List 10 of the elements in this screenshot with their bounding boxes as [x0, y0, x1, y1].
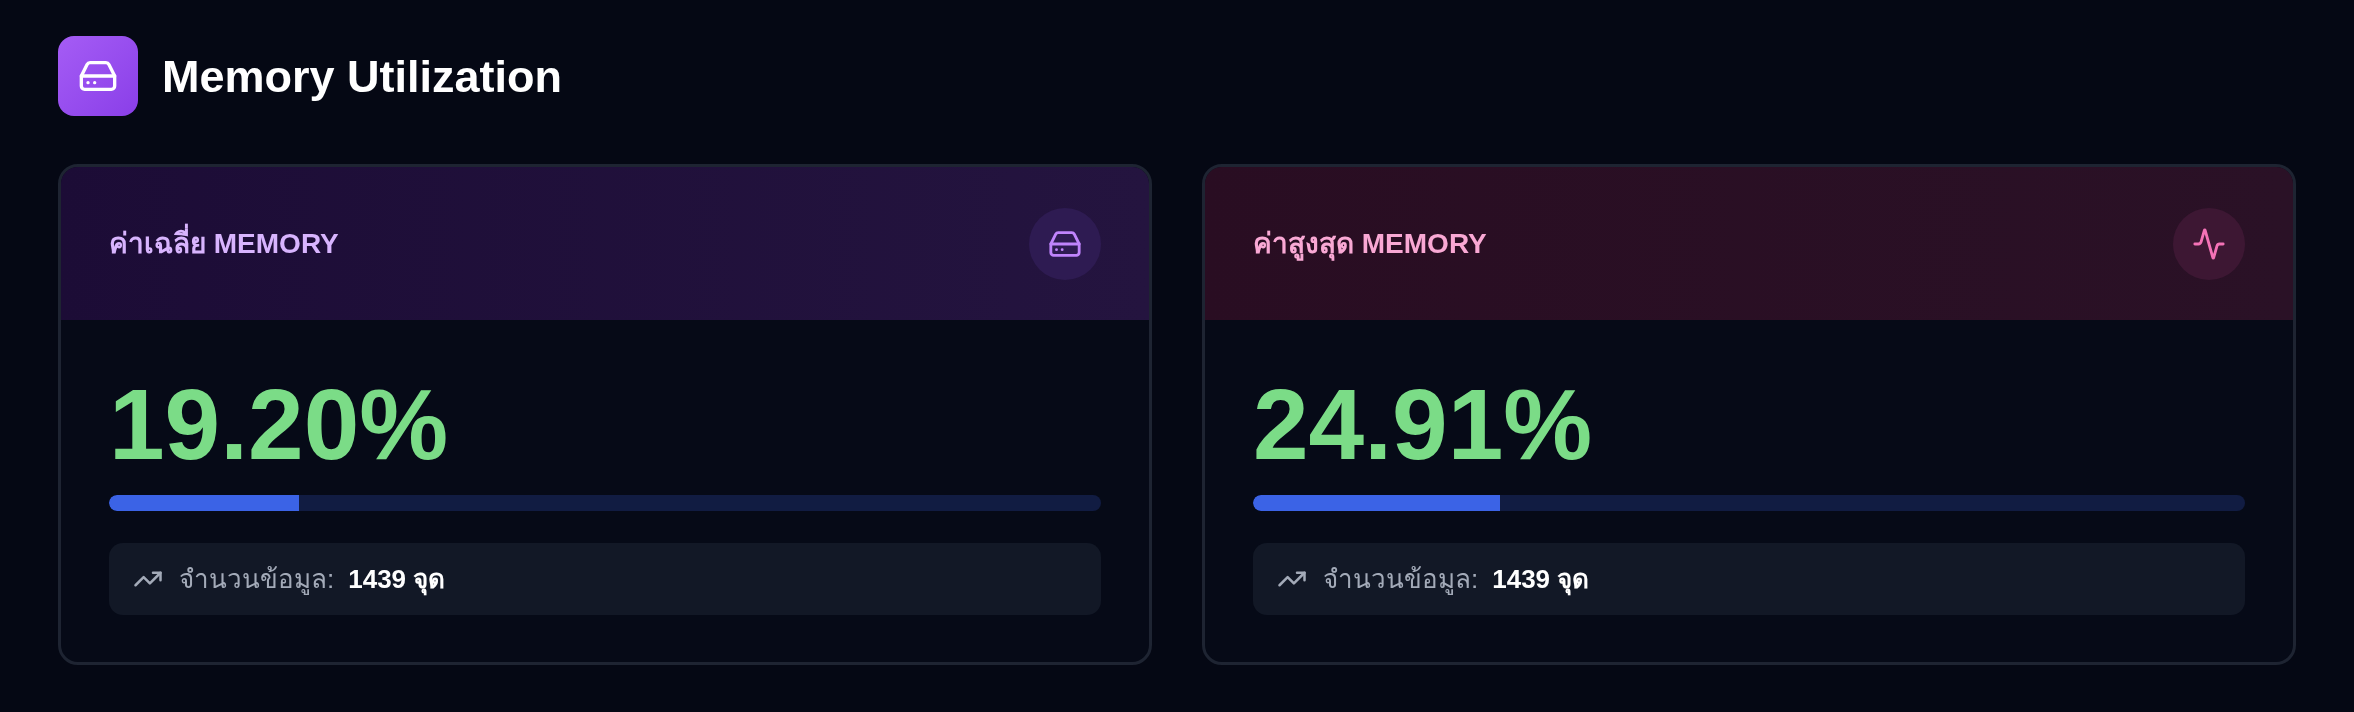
- count-label: จำนวนข้อมูล:: [1323, 562, 1479, 597]
- page-title: Memory Utilization: [162, 53, 563, 99]
- card-title: ค่าสูงสุด MEMORY: [1253, 226, 1487, 263]
- count-value: 1439 จุด: [1492, 562, 1590, 598]
- stat-value: 19.20%: [109, 374, 449, 474]
- stat-value: 24.91%: [1253, 374, 1593, 474]
- drive-icon: [58, 36, 138, 116]
- count-value: 1439 จุด: [348, 562, 446, 598]
- card-title: ค่าเฉลี่ย MEMORY: [109, 222, 339, 265]
- count-label: จำนวนข้อมูล:: [179, 562, 335, 597]
